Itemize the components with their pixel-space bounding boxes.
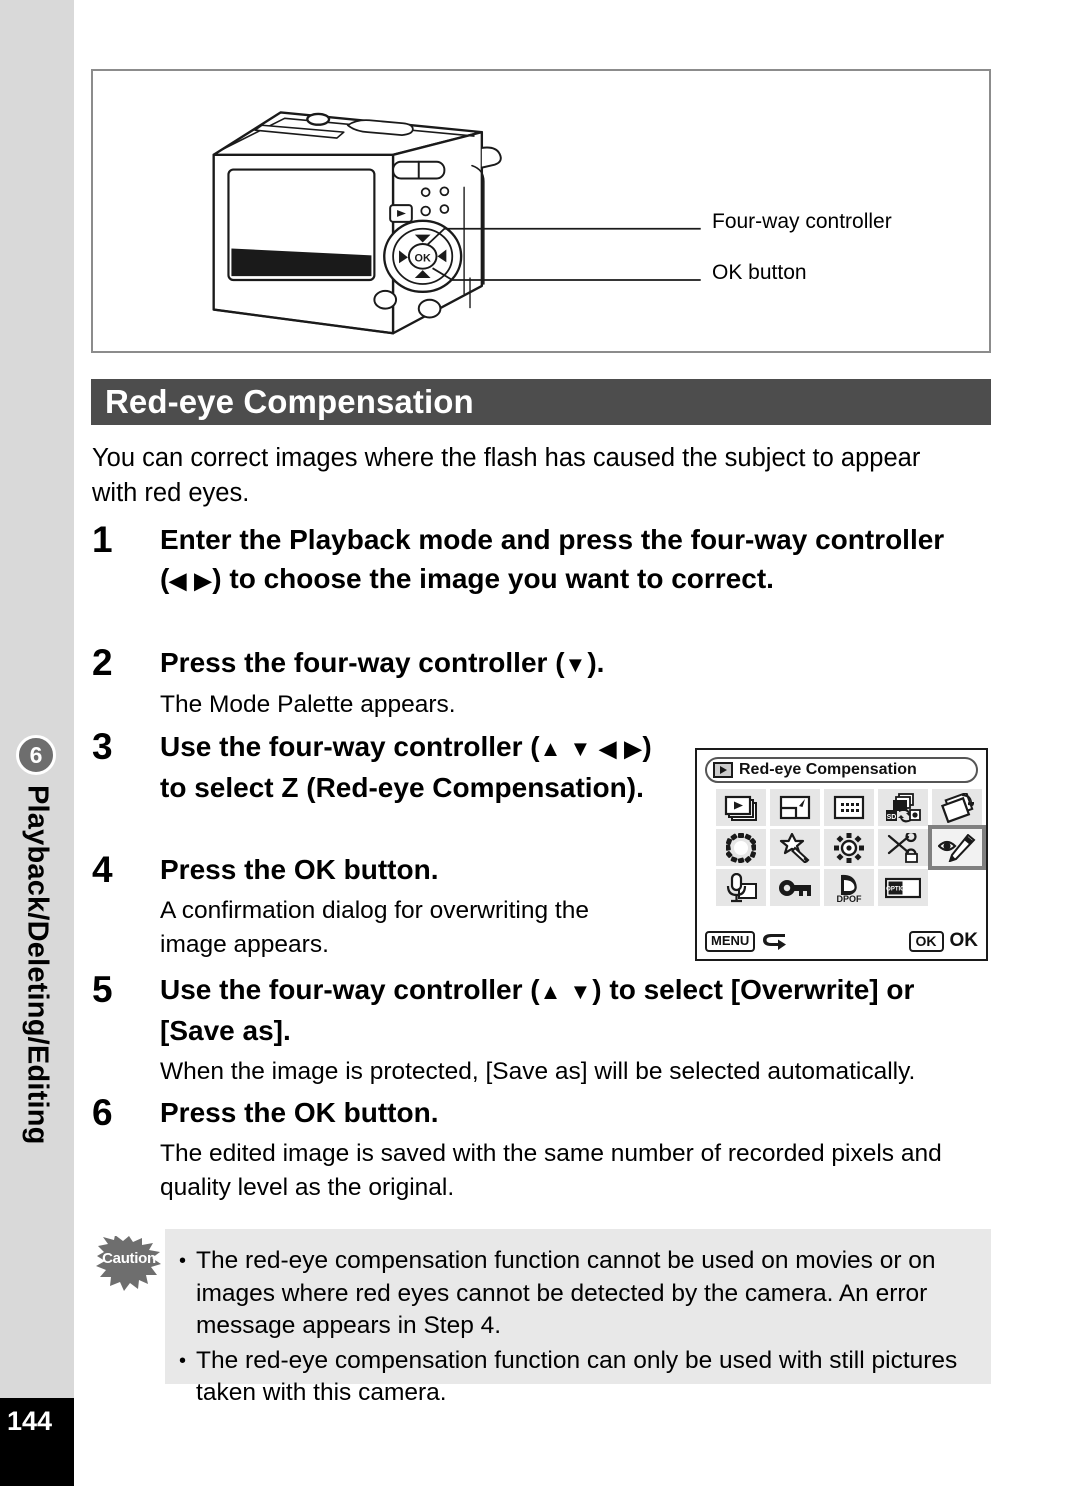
image-rotation-icon[interactable] [932, 789, 982, 826]
dpof-label: DPOF [836, 894, 862, 903]
step-3-heading: Use the four-way controller (▲ ▼ ◀ ▶) to… [160, 727, 652, 807]
mode-palette-title-pill: Red-eye Compensation [705, 757, 978, 783]
trimming-icon[interactable] [824, 789, 874, 826]
caution-list: • The red-eye compensation function cann… [165, 1229, 991, 1410]
step-1-heading: Enter the Playback mode and press the fo… [160, 520, 972, 600]
caution-burst-icon: Caution [96, 1236, 162, 1298]
step-2-arrows: ▼ [564, 652, 588, 677]
step-1-heading-post: ) to choose the image you want to correc… [212, 563, 774, 594]
step-5-body: When the image is protected, [Save as] w… [160, 1058, 916, 1085]
caution-label: Caution [102, 1250, 156, 1267]
mode-palette-footer: MENU OK OK [705, 928, 978, 954]
ok-action-label: OK [949, 930, 979, 951]
callout-ok-button: OK button [712, 261, 807, 284]
step-1-number: 1 [92, 519, 113, 560]
start-up-screen-icon[interactable]: OPTIO [878, 869, 928, 906]
manual-page: 6 Playback/Deleting/Editing 144 OK Four-… [0, 0, 1080, 1486]
step-2-heading-post: ). [587, 647, 605, 678]
step-1: 1 Enter the Playback mode and press the … [92, 520, 972, 600]
step-5-heading-pre: Use the four-way controller ( [160, 974, 540, 1005]
slideshow-icon[interactable] [716, 789, 766, 826]
step-6-number: 6 [92, 1092, 113, 1133]
step-5-heading: Use the four-way controller (▲ ▼) to sel… [160, 970, 982, 1050]
caution-item-1-text: The red-eye compensation function cannot… [196, 1247, 936, 1339]
step-5-number: 5 [92, 969, 113, 1010]
page-number: 144 [0, 1398, 74, 1486]
step-4-heading: Press the OK button. [160, 854, 439, 885]
section-title: Red-eye Compensation [105, 383, 474, 420]
chapter-sidebar [0, 0, 74, 1398]
red-eye-compensation-icon[interactable] [928, 825, 986, 870]
mode-palette-title: Red-eye Compensation [739, 761, 917, 778]
step-4-body: A confirmation dialog for overwriting th… [160, 897, 589, 958]
step-1-arrows: ◀ ▶ [169, 568, 213, 593]
step-4: 4 Press the OK button. A confirmation di… [92, 850, 652, 962]
step-3-number: 3 [92, 726, 113, 767]
mode-palette-screen: Red-eye Compensation SD DPOF OPTIO MENU … [695, 748, 988, 961]
image-copy-icon[interactable]: SD [878, 789, 928, 826]
section-title-bar: Red-eye Compensation [91, 379, 991, 425]
ok-key[interactable]: OK [908, 930, 944, 952]
resize-icon[interactable] [770, 789, 820, 826]
step-3-arrows: ▲ ▼ ◀ ▶ [539, 736, 643, 761]
menu-key[interactable]: MENU [705, 930, 756, 952]
callout-four-way-controller: Four-way controller [712, 210, 892, 233]
step-5: 5 Use the four-way controller (▲ ▼) to s… [92, 970, 982, 1089]
mode-palette-icon-grid: SD DPOF OPTIO [705, 789, 986, 906]
bullet-icon: • [179, 1349, 187, 1372]
caution-item-2-text: The red-eye compensation function can on… [196, 1346, 958, 1407]
scissors-edit-icon[interactable] [878, 829, 928, 866]
step-6: 6 Press the OK button. The edited image … [92, 1093, 982, 1205]
brightness-filter-icon[interactable] [824, 829, 874, 866]
bullet-icon: • [179, 1250, 187, 1272]
digital-filter-icon[interactable] [770, 829, 820, 866]
step-6-body: The edited image is saved with the same … [160, 1140, 942, 1201]
step-2-heading-pre: Press the four-way controller ( [160, 647, 565, 678]
optio-label: OPTIO [886, 886, 905, 892]
chapter-number: 6 [29, 741, 43, 768]
caution-box: • The red-eye compensation function cann… [165, 1229, 991, 1406]
dpof-icon[interactable]: DPOF [824, 869, 874, 906]
step-2-body: The Mode Palette appears. [160, 691, 456, 718]
voice-memo-icon[interactable] [716, 869, 766, 906]
svg-text:SD: SD [887, 814, 897, 821]
step-2-number: 2 [92, 642, 113, 683]
step-3: 3 Use the four-way controller (▲ ▼ ◀ ▶) … [92, 727, 652, 807]
chapter-number-badge: 6 [16, 735, 56, 775]
svg-text:OK: OK [415, 252, 431, 264]
caution-item-1: • The red-eye compensation function cann… [179, 1245, 973, 1343]
step-2: 2 Press the four-way controller (▼). The… [92, 643, 972, 722]
step-2-heading: Press the four-way controller (▼). [160, 643, 972, 684]
caution-item-2: • The red-eye compensation function can … [179, 1345, 973, 1410]
protect-key-icon[interactable] [770, 869, 820, 906]
step-3-heading-pre: Use the four-way controller ( [160, 731, 540, 762]
step-5-arrows: ▲ ▼ [539, 979, 593, 1004]
back-arrow-icon [763, 934, 787, 950]
section-intro: You can correct images where the flash h… [92, 444, 921, 507]
playback-icon [713, 762, 733, 778]
step-6-heading: Press the OK button. [160, 1097, 439, 1128]
frame-composite-icon[interactable] [716, 829, 766, 866]
chapter-title: Playback/Deleting/Editing [21, 785, 54, 1145]
step-4-number: 4 [92, 849, 113, 890]
